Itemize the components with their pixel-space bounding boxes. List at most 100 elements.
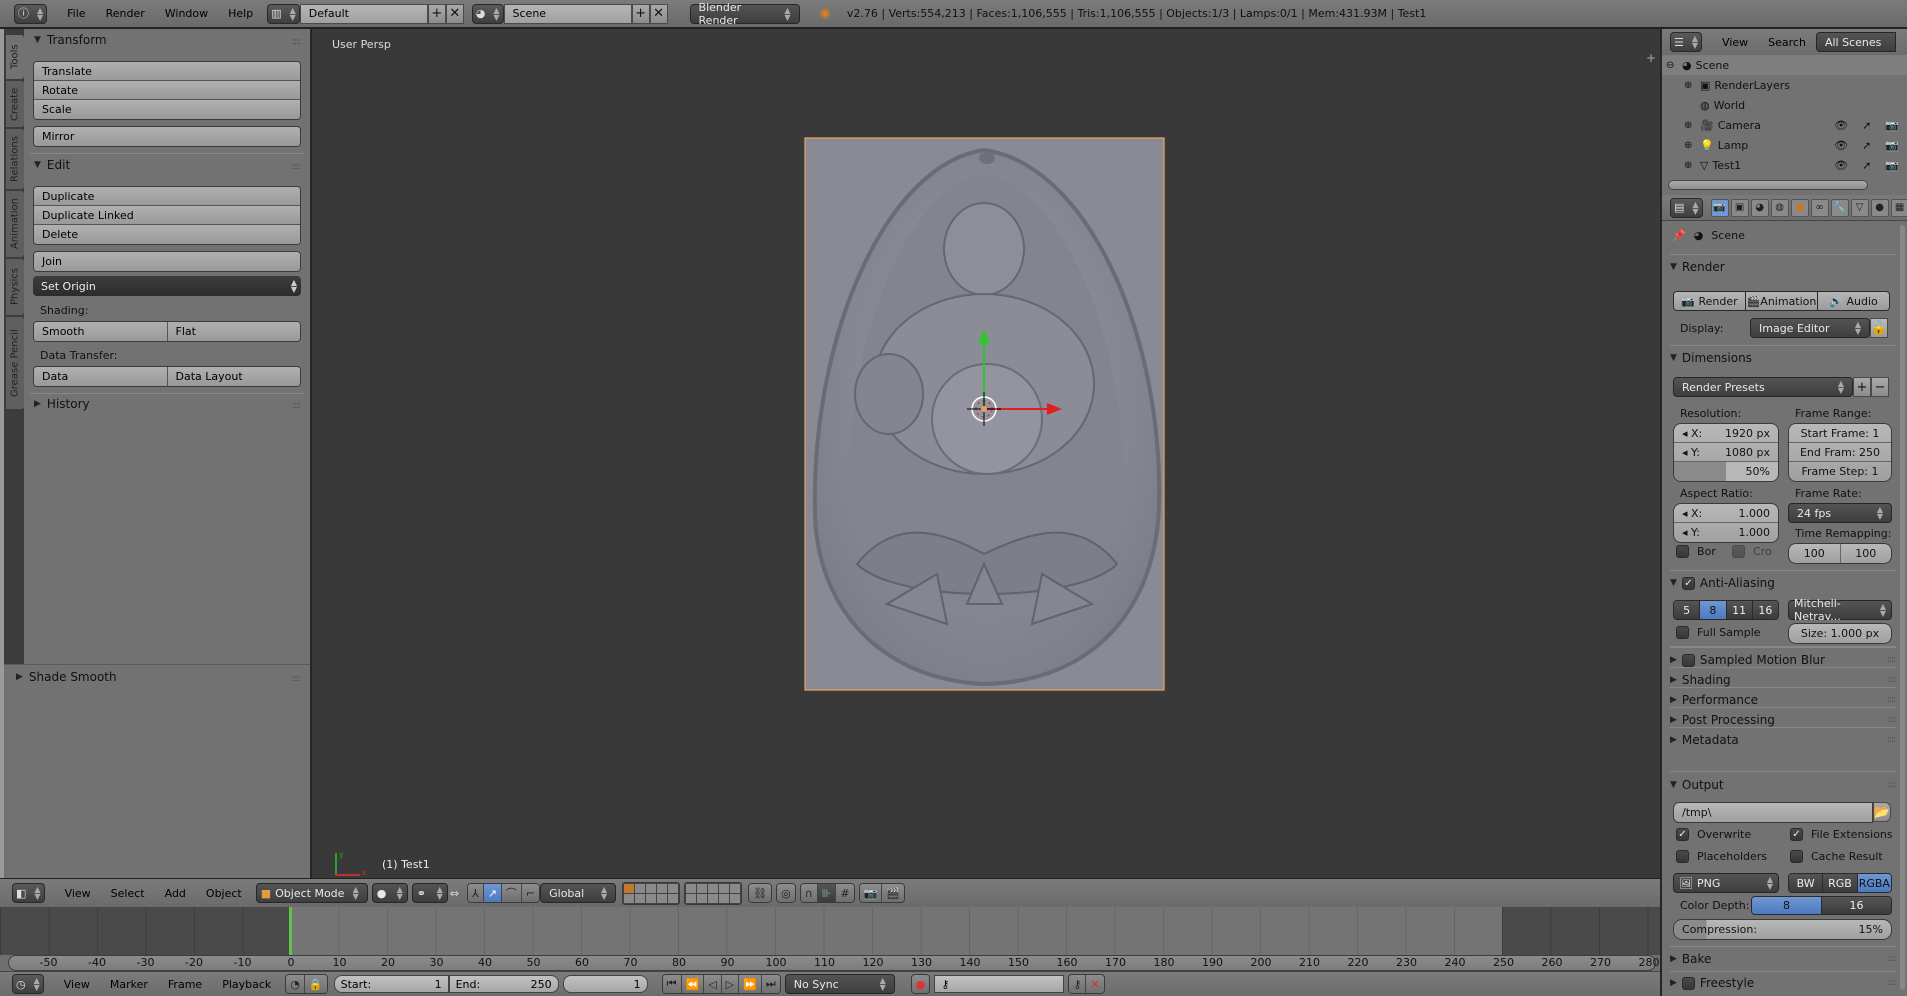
add-screen-button[interactable]: + xyxy=(427,3,446,24)
full-sample-checkbox[interactable]: Full Sample xyxy=(1676,626,1761,639)
resolution-y-field[interactable]: ◂ Y: 1080 px xyxy=(1674,443,1778,462)
data-button[interactable]: Data xyxy=(34,367,168,386)
render-camera-icon[interactable]: 📷 xyxy=(1885,159,1899,172)
tab-grease-pencil[interactable]: Grease Pencil xyxy=(6,317,24,409)
scene-selector[interactable]: ◕ ▲ ▼ xyxy=(471,3,504,24)
aspect-y-field[interactable]: ◂ Y: 1.000 xyxy=(1674,523,1778,542)
play-reverse-icon[interactable]: ◁ xyxy=(704,975,722,993)
delete-keyframe-icon[interactable]: ✕ xyxy=(1086,975,1104,993)
expand-toggle-icon[interactable]: ⊕ xyxy=(1684,80,1696,91)
aa-sample-16[interactable]: 16 xyxy=(1752,601,1778,619)
tab-world[interactable]: ◍ xyxy=(1770,198,1789,217)
selectable-cursor-icon[interactable]: ➚ xyxy=(1862,159,1871,172)
proportional-edit-button[interactable]: ◎ xyxy=(776,883,796,903)
drag-grip-icon[interactable]: :::: xyxy=(292,37,301,47)
tab-data[interactable]: ▽ xyxy=(1850,198,1869,217)
render-camera-icon[interactable]: 📷 xyxy=(1885,119,1899,132)
frame-ruler[interactable]: -50 -40 -30 -20 -10 0 10 20 30 40 50 60 70 80 90 100 110… xyxy=(8,955,1660,971)
menu-object[interactable]: Object xyxy=(196,887,252,900)
render-audio-button[interactable]: 🔊 Audio xyxy=(1818,292,1889,310)
mesh-object-test1[interactable] xyxy=(797,134,1172,694)
menu-playback[interactable]: Playback xyxy=(212,978,281,991)
interaction-mode-dropdown[interactable]: ■ Object Mode ▲ ▼ xyxy=(255,883,368,903)
properties-region-toggle-icon[interactable]: + xyxy=(1646,51,1656,65)
mirror-button[interactable]: Mirror xyxy=(34,127,300,146)
output-panel-header[interactable]: ▼ Output xyxy=(1670,776,1896,794)
duplicate-linked-button[interactable]: Duplicate Linked xyxy=(34,206,300,225)
data-layout-button[interactable]: Data Layout xyxy=(167,367,300,386)
outliner-item[interactable]: ◍ World xyxy=(1662,95,1907,115)
3d-viewport[interactable]: User Persp + y z x (1) Test1 xyxy=(310,29,1660,878)
expand-toggle-icon[interactable]: ⊕ xyxy=(1684,160,1696,171)
outliner-item[interactable]: ⊕ 💡 Lamp 👁 ➚ 📷 xyxy=(1662,135,1907,155)
current-frame-field[interactable]: 1 xyxy=(562,975,648,993)
jump-keyframe-back-icon[interactable]: ⏪ xyxy=(681,975,705,993)
transform-panel-header[interactable]: ▼ Transform xyxy=(34,33,107,47)
drag-grip-icon[interactable]: :::: xyxy=(1887,954,1896,964)
sync-mode-dropdown[interactable]: No Sync ▲ ▼ xyxy=(784,974,895,994)
color-mode-rgb[interactable]: RGB xyxy=(1823,874,1858,892)
start-frame-field[interactable]: Start: 1 xyxy=(333,975,449,993)
delete-screen-button[interactable]: ✕ xyxy=(445,3,464,24)
keying-set-field[interactable]: ⚷ xyxy=(934,975,1065,993)
menu-frame[interactable]: Frame xyxy=(158,978,212,991)
expand-toggle-icon[interactable]: ⊖ xyxy=(1666,60,1678,71)
menu-view[interactable]: View xyxy=(54,978,100,991)
tab-tools[interactable]: Tools xyxy=(6,35,24,79)
visibility-eye-icon[interactable]: 👁 xyxy=(1834,119,1848,132)
smooth-button[interactable]: Smooth xyxy=(34,322,168,341)
drag-grip-icon[interactable]: :::: xyxy=(292,674,301,684)
snap-element-icon[interactable]: ⊪ xyxy=(817,884,837,902)
snap-toggle-icon[interactable]: ∩ xyxy=(800,884,818,902)
scale-button[interactable]: Scale xyxy=(34,100,300,119)
outliner-item[interactable]: ⊕ ▽ Test1 👁 ➚ 📷 xyxy=(1662,155,1907,175)
add-preset-button[interactable]: + xyxy=(1853,377,1871,397)
aa-sample-11[interactable]: 11 xyxy=(1726,601,1753,619)
menu-render[interactable]: Render xyxy=(96,7,155,20)
browse-output-button[interactable]: 📂 xyxy=(1873,802,1891,822)
rotate-manipulator-icon[interactable]: ⌒ xyxy=(501,884,522,902)
snap-target-icon[interactable]: # xyxy=(836,884,854,902)
play-icon[interactable]: ▷ xyxy=(721,975,740,993)
expand-toggle-icon[interactable]: ⊕ xyxy=(1684,140,1696,151)
insert-keyframe-icon[interactable]: ⚷ xyxy=(1069,975,1087,993)
lock-interface-button[interactable]: 🔓 xyxy=(1870,318,1888,338)
screen-layout-selector[interactable]: ▥ ▲ ▼ xyxy=(267,3,300,24)
jump-keyframe-forward-icon[interactable]: ⏩ xyxy=(739,975,762,993)
join-button[interactable]: Join xyxy=(34,252,300,271)
timeline-editor[interactable]: -50 -40 -30 -20 -10 0 10 20 30 40 50 60 70 80 90 100 110… xyxy=(0,907,1660,996)
render-panel-header[interactable]: ▼ Render xyxy=(1670,258,1896,276)
tab-modifiers[interactable]: 🔧 xyxy=(1830,198,1849,217)
tab-object[interactable]: ■ xyxy=(1790,198,1809,217)
outliner-item[interactable]: ⊖ ◕ Scene xyxy=(1662,55,1907,75)
placeholders-checkbox[interactable]: Placeholders xyxy=(1676,850,1767,863)
aa-sample-8[interactable]: 8 xyxy=(1700,601,1727,619)
menu-select[interactable]: Select xyxy=(101,887,155,900)
drag-grip-icon[interactable]: :::: xyxy=(1887,735,1896,745)
history-panel-header[interactable]: ▶ History xyxy=(34,397,90,411)
delete-scene-button[interactable]: ✕ xyxy=(649,3,668,24)
drag-grip-icon[interactable]: :::: xyxy=(1887,780,1896,790)
manipulate-center-points-icon[interactable]: ⇔ xyxy=(450,888,459,899)
end-frame-field[interactable]: End: 250 xyxy=(448,975,559,993)
aa-size-field[interactable]: Size: 1.000 px xyxy=(1788,623,1892,644)
scale-manipulator-icon[interactable]: ⌐ xyxy=(521,884,540,902)
color-mode-rgba[interactable]: RGBA xyxy=(1857,874,1891,892)
horizontal-scrollbar[interactable] xyxy=(1668,180,1868,190)
current-frame-indicator[interactable] xyxy=(289,907,292,955)
border-checkbox[interactable]: Bor xyxy=(1676,545,1716,558)
tab-texture[interactable]: ▦ xyxy=(1890,198,1907,217)
tab-constraints[interactable]: ∞ xyxy=(1810,198,1829,217)
menu-view[interactable]: View xyxy=(55,887,101,900)
menu-marker[interactable]: Marker xyxy=(100,978,158,991)
tab-relations[interactable]: Relations xyxy=(6,129,24,189)
freestyle-checkbox[interactable] xyxy=(1681,976,1695,990)
translate-button[interactable]: Translate xyxy=(34,62,300,81)
opengl-render-image-icon[interactable]: 📷 xyxy=(859,884,883,902)
edit-panel-header[interactable]: ▼ Edit xyxy=(34,158,70,172)
delete-button[interactable]: Delete xyxy=(34,225,300,244)
resolution-percentage-slider[interactable]: 50% xyxy=(1674,462,1778,481)
output-path-field[interactable]: /tmp\ xyxy=(1673,802,1873,823)
frame-step-field[interactable]: Frame Step: 1 xyxy=(1789,462,1891,481)
remove-preset-button[interactable]: − xyxy=(1871,377,1889,397)
